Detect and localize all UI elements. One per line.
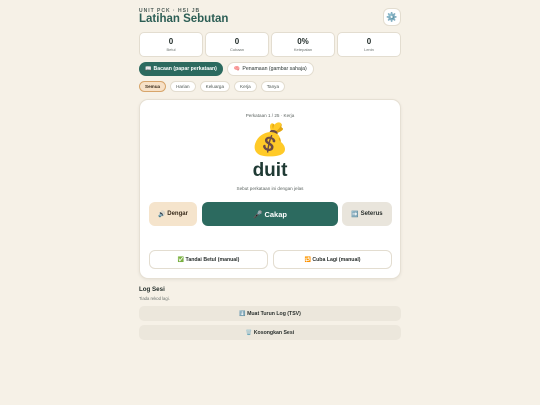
instruction-text: Sebut perkataan ini dengan jelas [236, 186, 304, 191]
word-progress: Perkataan 1 / 25 · Kerja [245, 113, 295, 118]
mode-tabs: 📖 Bacaan (papar perkataan) 🧠 Penamaan (g… [139, 62, 314, 76]
money-bag-icon: 💰 [250, 122, 290, 157]
clear-session-button[interactable]: 🗑️ Kosongkan Sesi [139, 325, 401, 340]
stat-label: Lenin [364, 47, 374, 52]
button-label: Seterus [360, 211, 383, 217]
button-label: Cuba Lagi (manual) [312, 256, 361, 263]
stat-skipped: 0 Lenin [337, 32, 401, 57]
settings-button[interactable]: ⚙️ [383, 8, 401, 26]
listen-button[interactable]: 🔊 Dengar [149, 202, 197, 226]
stat-value: 0 [234, 37, 240, 46]
practice-card: Perkataan 1 / 25 · Kerja 💰 duit Sebut pe… [139, 99, 401, 279]
stat-value: 0 [366, 37, 372, 46]
next-button[interactable]: ➡️ Seterus [342, 202, 392, 226]
button-label: Cakap [264, 209, 287, 219]
stat-correct: 0 Betul [139, 32, 203, 57]
session-log-empty: Tiada rekod lagi. [139, 296, 170, 301]
filter-all[interactable]: Semua [139, 81, 167, 92]
stat-value: 0% [297, 37, 309, 46]
trash-icon: 🗑️ [245, 329, 253, 336]
button-label: Muat Turun Log (TSV) [247, 310, 301, 317]
button-label: Dengar [167, 211, 188, 217]
page-title: Latihan Sebutan [139, 13, 229, 25]
stat-accuracy: 0% Ketepatan [271, 32, 335, 57]
target-word: duit [252, 160, 288, 181]
stats-row: 0 Betul 0 Cubaan 0% Ketepatan 0 Lenin [139, 32, 401, 57]
gear-icon: ⚙️ [386, 11, 398, 22]
stat-label: Betul [166, 47, 176, 52]
download-icon: ⬇️ [239, 310, 246, 317]
mark-correct-button[interactable]: ✅ Tandai Betul (manual) [149, 250, 268, 269]
tab-recall-mode[interactable]: 🧠 Penamaan (gambar sahaja) [226, 62, 314, 76]
repeat-icon: 🔁 [304, 256, 311, 263]
stat-value: 0 [168, 37, 174, 46]
tab-label: Penamaan (gambar sahaja) [242, 66, 307, 72]
book-icon: 📖 [145, 66, 152, 72]
category-filters: Semua Harian Keluarga Kerja Tanya [139, 81, 286, 92]
button-label: Kosongkan Sesi [253, 329, 295, 336]
download-log-button[interactable]: ⬇️ Muat Turun Log (TSV) [139, 306, 401, 321]
session-log-title: Log Sesi [139, 286, 165, 293]
speaker-icon: 🔊 [158, 211, 166, 218]
stat-label: Cubaan [229, 47, 244, 52]
filter-ask[interactable]: Tanya [260, 81, 286, 92]
tab-label: Bacaan (papar perkataan) [153, 66, 217, 72]
filter-daily[interactable]: Harian [170, 81, 196, 92]
check-icon: ✅ [177, 256, 185, 263]
button-label: Tandai Betul (manual) [185, 256, 240, 263]
brain-icon: 🧠 [233, 66, 241, 72]
stat-label: Ketepatan [293, 47, 313, 52]
tab-reading-mode[interactable]: 📖 Bacaan (papar perkataan) [139, 62, 223, 76]
microphone-icon: 🎤 [253, 209, 263, 219]
arrow-right-icon: ➡️ [351, 211, 359, 218]
speak-button[interactable]: 🎤 Cakap [202, 202, 338, 226]
filter-work[interactable]: Kerja [234, 81, 257, 92]
retry-button[interactable]: 🔁 Cuba Lagi (manual) [273, 250, 392, 269]
stat-attempts: 0 Cubaan [205, 32, 269, 57]
filter-family[interactable]: Keluarga [199, 81, 231, 92]
